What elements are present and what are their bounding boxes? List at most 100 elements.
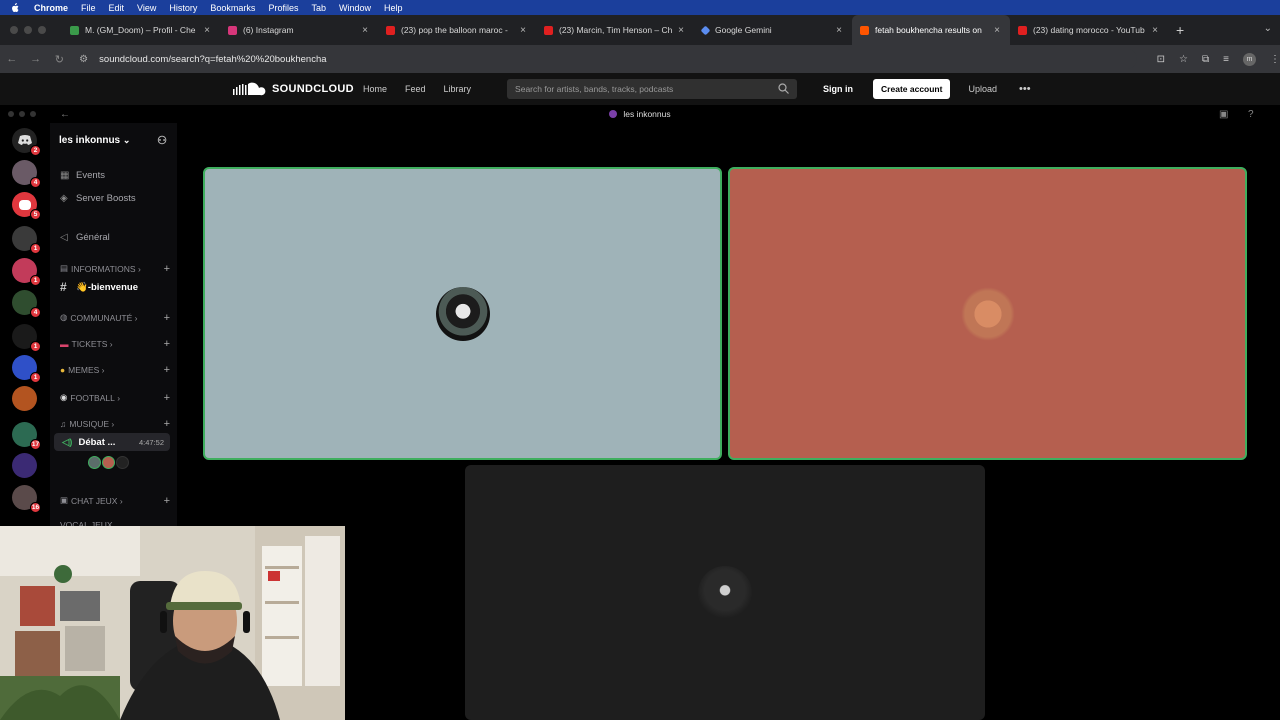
channel-boosts[interactable]: ◈ Server Boosts bbox=[60, 193, 136, 204]
help-icon[interactable]: ? bbox=[1248, 109, 1254, 120]
apple-icon[interactable] bbox=[10, 2, 20, 13]
discord-back-icon[interactable]: ← bbox=[60, 109, 70, 120]
close-icon[interactable]: × bbox=[1150, 25, 1160, 36]
notification-badge: 1 bbox=[30, 341, 41, 352]
gemini-icon bbox=[700, 25, 711, 35]
menu-view[interactable]: View bbox=[137, 3, 156, 13]
menu-edit[interactable]: Edit bbox=[109, 3, 125, 13]
server-icon[interactable]: 1 bbox=[12, 258, 41, 286]
menu-window[interactable]: Window bbox=[339, 3, 371, 13]
add-channel-icon[interactable]: + bbox=[164, 364, 170, 376]
menu-file[interactable]: File bbox=[81, 3, 96, 13]
menu-profiles[interactable]: Profiles bbox=[268, 3, 298, 13]
add-channel-icon[interactable]: + bbox=[164, 392, 170, 404]
tab-gemini[interactable]: Google Gemini × bbox=[694, 15, 852, 45]
url-text: soundcloud.com/search?q=fetah%20%20boukh… bbox=[99, 53, 327, 65]
participant-tile[interactable] bbox=[465, 465, 985, 720]
server-icon[interactable]: 1 bbox=[12, 324, 41, 352]
category-communaute[interactable]: ◍ COMMUNAUTÉ › + bbox=[60, 312, 170, 324]
star-icon[interactable]: ☆ bbox=[1179, 54, 1188, 65]
install-icon[interactable]: ⊡ bbox=[1157, 54, 1165, 65]
server-icon[interactable]: 17 bbox=[12, 422, 41, 450]
channel-events[interactable]: ▦ Events bbox=[60, 170, 105, 181]
add-channel-icon[interactable]: + bbox=[164, 263, 170, 275]
inbox-icon[interactable]: ▣ bbox=[1219, 109, 1228, 120]
menu-dots-icon[interactable]: ⋮ bbox=[1270, 54, 1280, 65]
guild-header[interactable]: les inkonnus ⌄ ⚇ bbox=[50, 123, 177, 157]
game-icon: ▣ bbox=[60, 495, 69, 505]
back-icon[interactable]: ← bbox=[0, 53, 24, 65]
speaker-icon: ◁) bbox=[62, 436, 73, 448]
channel-bienvenue[interactable]: # 👋-bienvenue bbox=[60, 280, 138, 294]
tab-instagram[interactable]: (6) Instagram × bbox=[220, 15, 378, 45]
site-info-icon[interactable]: ⚙ bbox=[79, 54, 93, 65]
close-icon[interactable]: × bbox=[518, 25, 528, 36]
discord-home-icon[interactable]: 2 bbox=[12, 128, 41, 156]
extensions-icon[interactable]: ⧉ bbox=[1202, 54, 1209, 65]
category-musique[interactable]: ♫ MUSIQUE › + bbox=[60, 418, 170, 430]
tab-youtube-balloon[interactable]: (23) pop the balloon maroc - × bbox=[378, 15, 536, 45]
create-account-button[interactable]: Create account bbox=[873, 79, 951, 99]
category-football[interactable]: ◉ FOOTBALL › + bbox=[60, 392, 170, 404]
profile-avatar[interactable]: m bbox=[1243, 52, 1256, 66]
tab-soundcloud[interactable]: fetah boukhencha results on × bbox=[852, 15, 1010, 45]
menu-help[interactable]: Help bbox=[384, 3, 403, 13]
participant-tile[interactable] bbox=[728, 167, 1247, 460]
server-icon[interactable] bbox=[12, 453, 37, 478]
close-icon[interactable]: × bbox=[676, 25, 686, 36]
server-icon[interactable]: 4 bbox=[12, 160, 41, 188]
nav-library[interactable]: Library bbox=[444, 84, 472, 94]
tab-youtube-marcin[interactable]: (23) Marcin, Tim Henson – Ch × bbox=[536, 15, 694, 45]
nav-feed[interactable]: Feed bbox=[405, 84, 426, 94]
close-icon[interactable]: × bbox=[992, 25, 1002, 36]
tab-gm-doom[interactable]: M. (GM_Doom) – Profil - Che × bbox=[62, 15, 220, 45]
participant-tile[interactable] bbox=[203, 167, 722, 460]
avatar[interactable] bbox=[88, 456, 101, 469]
close-icon[interactable]: × bbox=[202, 25, 212, 36]
category-memes[interactable]: ● MEMES › + bbox=[60, 364, 170, 376]
avatar bbox=[698, 565, 752, 620]
menu-bookmarks[interactable]: Bookmarks bbox=[210, 3, 255, 13]
server-icon[interactable]: 5 bbox=[12, 192, 41, 220]
soundcloud-logo[interactable]: SOUNDCLOUD bbox=[233, 82, 363, 96]
discord-window-controls[interactable] bbox=[8, 111, 36, 117]
category-informations[interactable]: ▤ INFORMATIONS › + bbox=[60, 263, 170, 275]
search-icon[interactable] bbox=[778, 82, 789, 96]
forward-icon[interactable]: → bbox=[24, 53, 48, 65]
add-channel-icon[interactable]: + bbox=[164, 495, 170, 507]
reload-icon[interactable]: ↻ bbox=[47, 53, 71, 66]
voice-channel-active[interactable]: ◁) Débat ... 4:47:52 bbox=[54, 433, 170, 451]
add-channel-icon[interactable]: + bbox=[164, 312, 170, 324]
avatar[interactable] bbox=[116, 456, 129, 469]
speaker-icon: ◁ bbox=[60, 232, 68, 243]
close-icon[interactable]: × bbox=[360, 25, 370, 36]
server-icon[interactable]: 1 bbox=[12, 355, 41, 383]
nav-home[interactable]: Home bbox=[363, 84, 387, 94]
signin-button[interactable]: Sign in bbox=[823, 84, 853, 94]
new-tab-button[interactable]: + bbox=[1176, 22, 1184, 38]
server-icon[interactable]: 16 bbox=[12, 485, 41, 513]
add-channel-icon[interactable]: + bbox=[164, 338, 170, 350]
upload-link[interactable]: Upload bbox=[968, 84, 997, 94]
menu-app[interactable]: Chrome bbox=[34, 3, 68, 13]
category-chat-jeux[interactable]: ▣ CHAT JEUX › + bbox=[60, 495, 170, 507]
search-input[interactable]: Search for artists, bands, tracks, podca… bbox=[507, 79, 798, 99]
url-field[interactable]: ⚙ soundcloud.com/search?q=fetah%20%20bou… bbox=[79, 49, 1137, 69]
server-icon[interactable] bbox=[12, 386, 37, 411]
invite-icon[interactable]: ⚇ bbox=[157, 134, 167, 147]
add-channel-icon[interactable]: + bbox=[164, 418, 170, 430]
server-icon[interactable]: 4 bbox=[12, 290, 41, 318]
soundcloud-icon bbox=[860, 25, 869, 35]
menu-history[interactable]: History bbox=[169, 3, 197, 13]
channel-general-voice[interactable]: ◁ Général bbox=[60, 232, 110, 243]
server-icon[interactable]: 1 bbox=[12, 226, 41, 254]
close-icon[interactable]: × bbox=[834, 25, 844, 36]
window-controls[interactable] bbox=[0, 26, 62, 34]
tab-youtube-dating[interactable]: (23) dating morocco - YouTub × bbox=[1010, 15, 1168, 45]
reading-list-icon[interactable]: ≡ bbox=[1223, 54, 1229, 65]
avatar[interactable] bbox=[102, 456, 115, 469]
more-icon[interactable]: ••• bbox=[1019, 83, 1031, 95]
chevron-down-icon[interactable]: ⌄ bbox=[1264, 23, 1272, 34]
menu-tab[interactable]: Tab bbox=[311, 3, 326, 13]
category-tickets[interactable]: ▬ TICKETS › + bbox=[60, 338, 170, 350]
